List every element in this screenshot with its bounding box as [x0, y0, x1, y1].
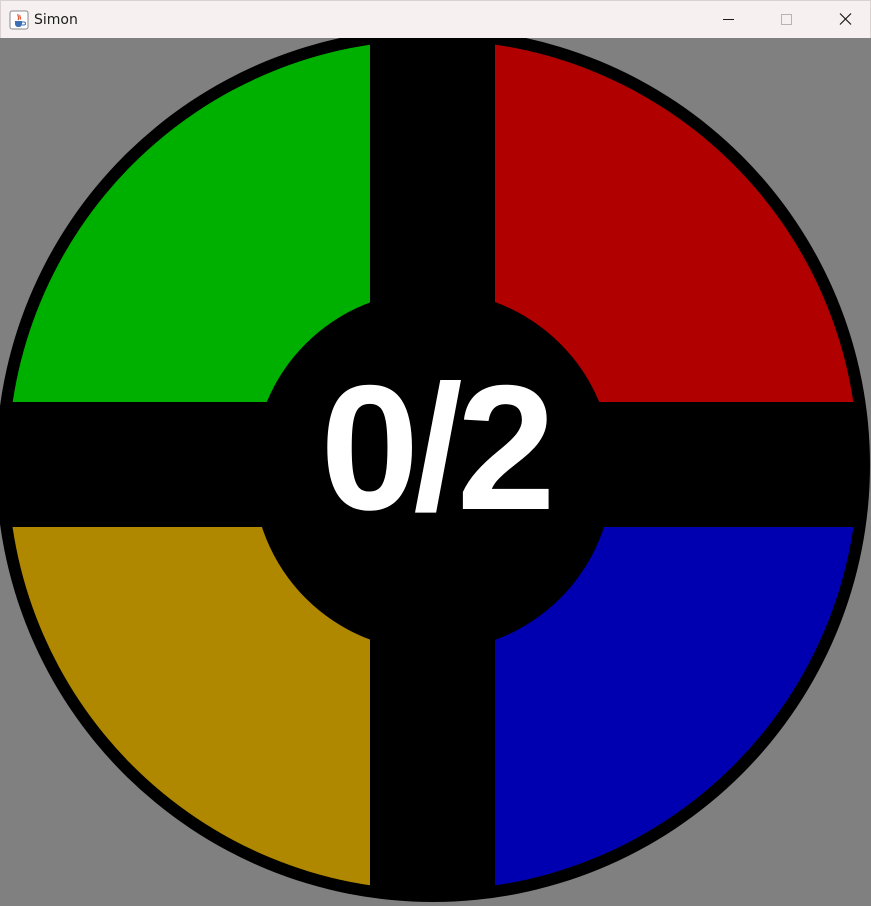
minimize-icon — [723, 19, 734, 20]
maximize-button[interactable] — [757, 1, 815, 38]
score-display: 0/2 — [320, 348, 555, 547]
minimize-button[interactable] — [699, 1, 757, 38]
game-area: 0/2 — [0, 38, 871, 906]
maximize-icon — [781, 14, 792, 25]
close-button[interactable] — [815, 1, 871, 38]
close-icon — [839, 13, 852, 25]
title-bar[interactable]: Simon — [0, 0, 871, 38]
window-title: Simon — [34, 12, 78, 28]
java-cup-icon — [9, 10, 29, 30]
app-window: Simon 0/2 — [0, 0, 871, 906]
